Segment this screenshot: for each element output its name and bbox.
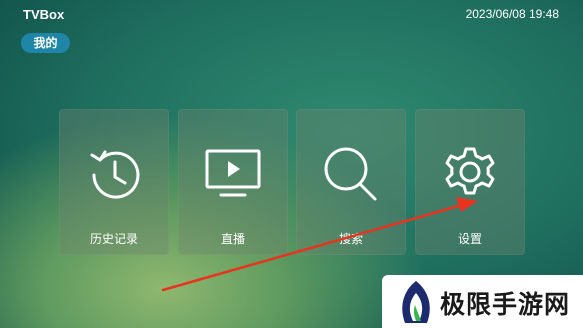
tile-history[interactable]: 历史记录 (59, 109, 169, 255)
tv-play-icon (205, 149, 261, 197)
tile-settings[interactable]: 设置 (415, 109, 525, 255)
tile-label-history: 历史记录 (89, 232, 138, 246)
search-icon (324, 147, 377, 201)
watermark-text: 极限手游网 (440, 290, 571, 319)
tile-label-settings: 设置 (457, 232, 482, 246)
tile-label-search: 搜索 (338, 232, 363, 246)
brand-logo-icon (402, 281, 430, 323)
tile-label-live: 直播 (220, 232, 245, 246)
tile-search[interactable]: 搜索 (296, 109, 406, 255)
gear-icon (445, 147, 495, 195)
tile-live[interactable]: 直播 (178, 109, 288, 255)
watermark: 极限手游网 (382, 275, 583, 328)
history-clock-icon (90, 150, 140, 199)
